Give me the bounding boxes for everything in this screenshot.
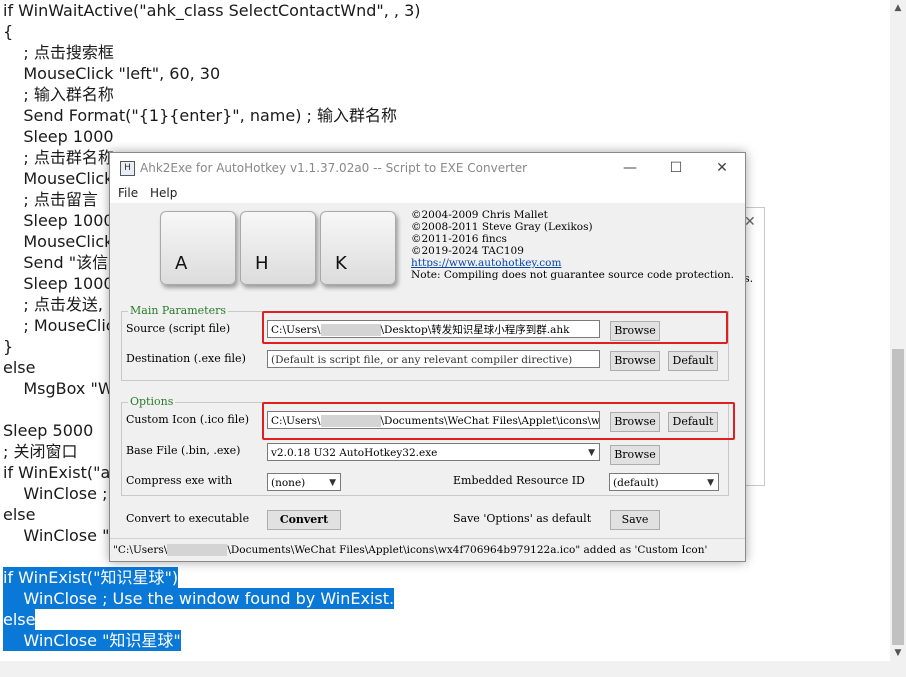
title-bar[interactable]: H Ahk2Exe for AutoHotkey v1.1.37.02a0 --… — [110, 153, 745, 183]
save-button[interactable]: Save — [610, 510, 660, 530]
credit-line: ©2004-2009 Chris Mallet — [411, 209, 548, 221]
destination-label: Destination (.exe file) — [126, 352, 246, 365]
code-line: ; 关闭窗口 — [3, 442, 78, 461]
background-window-edge: ✕ s. — [744, 207, 765, 486]
code-line: MouseClick — [3, 232, 114, 251]
code-line: ; MouseClic — [3, 316, 115, 335]
code-line: else — [3, 505, 36, 524]
scroll-down-icon[interactable]: ▼ — [890, 645, 906, 661]
menu-help[interactable]: Help — [150, 186, 177, 200]
autohotkey-link[interactable]: https://www.autohotkey.com — [411, 257, 561, 269]
compress-dropdown[interactable]: (none) ▼ — [267, 473, 341, 491]
redacted-username — [167, 544, 228, 556]
credit-line: ©2019-2024 TAC109 — [411, 245, 524, 257]
custom-icon-label: Custom Icon (.ico file) — [126, 413, 250, 426]
highlight-box — [262, 311, 728, 344]
compile-note: Note: Compiling does not guarantee sourc… — [411, 269, 734, 281]
code-line: ; 点击群名称 — [3, 148, 114, 167]
resource-id-dropdown[interactable]: (default) ▼ — [609, 473, 719, 491]
ahk2exe-dialog: H Ahk2Exe for AutoHotkey v1.1.37.02a0 --… — [109, 152, 746, 562]
key-label: H — [255, 253, 269, 274]
credit-line: ©2008-2011 Steve Gray (Lexikos) — [411, 221, 593, 233]
minimize-button[interactable]: — — [607, 153, 653, 183]
code-line: if WinExist("ah — [3, 463, 121, 482]
code-line: else — [3, 358, 36, 377]
code-line: Sleep 1000 — [3, 274, 114, 293]
code-line: Send "该信息 — [3, 253, 125, 272]
code-line: ; 输入群名称 — [3, 85, 114, 104]
save-default-label: Save 'Options' as default — [453, 512, 592, 525]
code-line: } — [3, 337, 14, 356]
maximize-button[interactable]: ☐ — [653, 153, 699, 183]
horizontal-scrollbar[interactable] — [0, 661, 906, 677]
destination-browse-button[interactable]: Browse — [610, 351, 660, 371]
base-file-label: Base File (.bin, .exe) — [126, 444, 241, 457]
code-line: Sleep 1000 — [3, 127, 114, 146]
menu-bar: File Help — [110, 183, 745, 203]
selected-code-line: WinClose "知识星球" — [3, 630, 181, 651]
code-line: if WinWaitActive("ahk_class SelectContac… — [3, 1, 421, 20]
resource-id-label: Embedded Resource ID — [453, 474, 585, 487]
close-button[interactable]: ✕ — [699, 153, 745, 183]
window-title: Ahk2Exe for AutoHotkey v1.1.37.02a0 -- S… — [140, 161, 528, 175]
code-line: ; 点击搜索框 — [3, 43, 114, 62]
convert-button[interactable]: Convert — [267, 510, 341, 530]
main-parameters-legend: Main Parameters — [128, 304, 228, 317]
options-legend: Options — [128, 395, 176, 408]
compress-label: Compress exe with — [126, 474, 233, 487]
menu-file[interactable]: File — [118, 186, 138, 200]
chevron-down-icon: ▼ — [329, 478, 336, 488]
status-bar: "C:\Users\ \Documents\WeChat Files\Applet… — [110, 538, 745, 560]
selected-code-line: if WinExist("知识星球") — [3, 567, 179, 588]
key-label: A — [175, 253, 188, 274]
convert-label: Convert to executable — [126, 512, 250, 525]
destination-default-button[interactable]: Default — [668, 351, 718, 371]
code-line: MsgBox "W — [3, 379, 114, 398]
code-line: ; 点击发送, — [3, 295, 103, 314]
destination-field[interactable]: (Default is script file, or any relevant… — [267, 350, 600, 368]
selected-code-line: else — [3, 609, 36, 630]
code-line: ; 点击留言 — [3, 190, 98, 209]
scroll-up-icon[interactable]: ▲ — [890, 0, 906, 16]
key-label: K — [335, 253, 347, 274]
code-line: WinClose ; — [3, 484, 108, 503]
code-line: MouseClick — [3, 169, 114, 188]
code-line: Sleep 1000 — [3, 211, 114, 230]
code-line: WinClose "a — [3, 526, 120, 545]
selected-code-line: WinClose ; Use the window found by WinEx… — [3, 588, 395, 609]
source-label: Source (script file) — [126, 322, 231, 335]
key-a-logo: A — [160, 211, 236, 285]
base-file-dropdown[interactable]: v2.0.18 U32 AutoHotkey32.exe ▼ — [267, 443, 600, 461]
code-line: MouseClick "left", 60, 30 — [3, 64, 221, 83]
highlight-box — [262, 402, 735, 440]
credit-line: ©2011-2016 fincs — [411, 233, 507, 245]
code-line: Send Format("{1}{enter}", name) ; 输入群名称 — [3, 106, 398, 125]
chevron-down-icon: ▼ — [588, 448, 595, 458]
key-h-logo: H — [240, 211, 316, 285]
base-file-browse-button[interactable]: Browse — [610, 445, 660, 465]
app-icon: H — [120, 161, 135, 176]
code-line: { — [3, 22, 14, 41]
code-line: Sleep 5000 — [3, 421, 94, 440]
scrollbar-thumb[interactable] — [892, 349, 904, 645]
chevron-down-icon: ▼ — [707, 478, 714, 488]
key-k-logo: K — [320, 211, 396, 285]
